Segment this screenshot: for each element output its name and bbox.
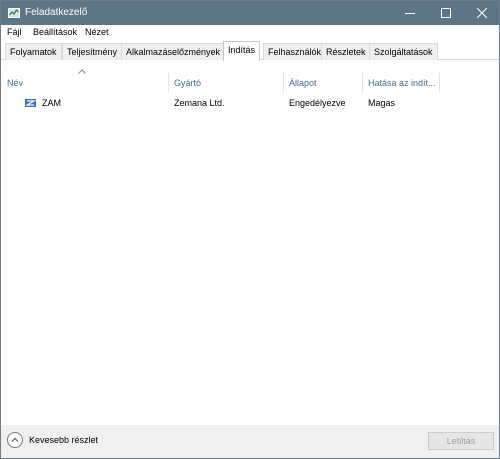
- column-header-status[interactable]: Állapot: [289, 78, 317, 88]
- tab-app-history[interactable]: Alkalmazáselőzmények: [121, 43, 226, 60]
- title-bar: Feladatkezelő: [1, 1, 499, 25]
- zam-app-icon: [25, 99, 36, 107]
- menu-file[interactable]: Fájl: [7, 27, 22, 37]
- tab-services[interactable]: Szolgáltatások: [369, 43, 438, 60]
- chevron-up-circle-icon: [7, 432, 23, 448]
- tab-users[interactable]: Felhasználók: [263, 43, 327, 60]
- row-name: ZAM: [42, 98, 61, 108]
- column-divider[interactable]: [439, 73, 440, 93]
- menu-view[interactable]: Nézet: [85, 27, 109, 37]
- row-impact: Magas: [368, 98, 396, 108]
- column-header-name[interactable]: Név: [7, 78, 23, 88]
- minimize-icon: [405, 13, 415, 14]
- column-divider[interactable]: [283, 73, 284, 93]
- close-button[interactable]: [464, 1, 500, 25]
- row-status: Engedélyezve: [289, 98, 346, 108]
- tab-strip: Folyamatok Teljesítmény Alkalmazáselőzmé…: [1, 41, 499, 61]
- menu-settings[interactable]: Beállítások: [33, 27, 77, 37]
- footer-bar: Kevesebb részlet Letiltás: [1, 425, 499, 458]
- disable-button[interactable]: Letiltás: [428, 432, 494, 450]
- column-header-startup-impact[interactable]: Hatása az indít...: [368, 78, 436, 88]
- maximize-button[interactable]: [428, 1, 464, 25]
- menu-bar: Fájl Beállítások Nézet: [1, 25, 499, 41]
- fewer-details-label: Kevesebb részlet: [29, 435, 99, 445]
- column-header-publisher[interactable]: Gyártó: [174, 78, 201, 88]
- maximize-icon: [441, 8, 451, 18]
- tab-processes[interactable]: Folyamatok: [5, 43, 62, 60]
- tab-details[interactable]: Részletek: [321, 43, 371, 60]
- column-divider[interactable]: [362, 73, 363, 93]
- fewer-details-button[interactable]: Kevesebb részlet: [7, 432, 117, 450]
- tab-performance[interactable]: Teljesítmény: [62, 43, 123, 60]
- tab-startup[interactable]: Indítás: [223, 41, 261, 61]
- sort-ascending-icon[interactable]: [78, 69, 86, 74]
- window-title: Feladatkezelő: [25, 7, 88, 18]
- column-divider[interactable]: [168, 73, 169, 93]
- table-row[interactable]: ZAM Zemana Ltd. Engedélyezve Magas: [1, 95, 499, 111]
- task-manager-icon: [8, 8, 20, 18]
- minimize-button[interactable]: [392, 1, 428, 25]
- startup-list: Név Gyártó Állapot Hatása az indít... ZA…: [1, 61, 499, 425]
- row-publisher: Zemana Ltd.: [174, 98, 225, 108]
- task-manager-window: Feladatkezelő Fájl Beállítások Nézet Fol…: [0, 0, 500, 459]
- close-icon: [477, 8, 487, 18]
